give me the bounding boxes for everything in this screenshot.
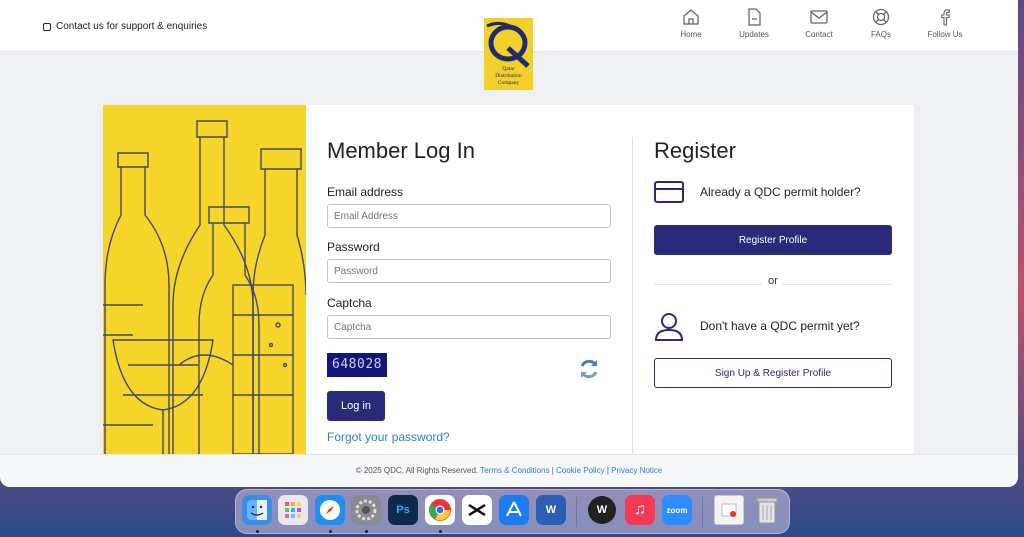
dock-finder[interactable] [242, 495, 272, 525]
nav-home[interactable]: Home [666, 7, 716, 39]
cookie-policy-link[interactable]: Cookie Policy [556, 466, 604, 475]
dock-launchpad[interactable] [278, 495, 308, 525]
dock-wordpress[interactable]: W [588, 496, 616, 524]
dock-app-store[interactable] [499, 495, 529, 525]
copyright-text: © 2025 QDC. All Rights Reserved. [355, 466, 479, 475]
privacy-notice-link[interactable]: Privacy Notice [611, 466, 662, 475]
register-section: Register Already a QDC permit holder? Re… [654, 105, 892, 388]
macos-dock: Ps W W ♫ zoom [235, 489, 790, 534]
site-footer: © 2025 QDC. All Rights Reserved. Terms &… [0, 454, 1018, 487]
register-profile-button[interactable]: Register Profile [654, 225, 892, 255]
email-label: Email address [327, 185, 404, 199]
dock-chrome[interactable] [425, 495, 455, 525]
captcha-input[interactable] [327, 315, 611, 339]
password-label: Password [327, 240, 380, 254]
contact-support-text: Contact us for support & enquiries [56, 21, 208, 32]
launchpad-icon [285, 502, 301, 518]
chat-icon [43, 22, 51, 31]
home-icon [683, 9, 699, 25]
footer-separator: | [606, 466, 609, 475]
login-card: Member Log In Email address Password Cap… [103, 105, 914, 454]
email-input[interactable] [327, 204, 611, 228]
app-store-icon [506, 501, 522, 517]
nav-follow-us[interactable]: Follow Us [920, 7, 970, 39]
dock-zoom[interactable]: zoom [662, 495, 692, 525]
browser-window: Contact us for support & enquiries Home … [0, 0, 1018, 487]
signup-register-button[interactable]: Sign Up & Register Profile [654, 358, 892, 388]
nav-faqs-label: FAQs [870, 30, 891, 39]
user-icon [654, 313, 684, 341]
nav-updates-label: Updates [739, 30, 769, 39]
facebook-icon [941, 9, 950, 26]
qdc-q-emblem [486, 21, 530, 68]
finder-icon [247, 500, 267, 520]
qdc-logo[interactable]: Qatar Distribution Company [484, 18, 533, 90]
login-title: Member Log In [327, 138, 475, 163]
login-section: Member Log In Email address Password Cap… [327, 105, 617, 444]
running-indicator [329, 530, 332, 533]
document-thumbnail-icon [721, 503, 737, 517]
footer-separator: | [551, 466, 554, 475]
dock-safari[interactable] [315, 495, 345, 525]
logo-line-2: Distribution [495, 73, 522, 79]
document-icon [748, 8, 761, 26]
nav-follow-us-label: Follow Us [927, 30, 963, 39]
lifebuoy-icon [872, 8, 890, 26]
terms-link[interactable]: Terms & Conditions [480, 466, 549, 475]
running-indicator [256, 530, 259, 533]
captcha-label: Captcha [327, 296, 372, 310]
dock-photoshop[interactable]: Ps [388, 495, 418, 525]
no-permit-text: Don't have a QDC permit yet? [700, 319, 860, 333]
nav-contact[interactable]: Contact [794, 7, 844, 39]
trash-icon [756, 497, 778, 524]
password-input[interactable] [327, 259, 611, 283]
running-indicator [439, 530, 442, 533]
bottles-illustration [103, 105, 306, 454]
chrome-icon [429, 499, 451, 521]
gear-icon [355, 499, 377, 521]
bottles-drawing [103, 120, 306, 454]
nav-home-label: Home [680, 30, 702, 39]
nav-contact-label: Contact [805, 30, 833, 39]
captcha-image: 648028 [327, 353, 387, 377]
dock-separator [576, 497, 577, 527]
compass-icon [320, 500, 340, 520]
credit-card-icon [654, 181, 684, 203]
dock-trash[interactable] [752, 495, 782, 525]
permit-holder-row: Already a QDC permit holder? [654, 181, 861, 203]
login-button[interactable]: Log in [327, 391, 385, 421]
running-indicator [365, 530, 368, 533]
dock-recent-document[interactable] [714, 495, 744, 525]
mail-icon [810, 10, 828, 24]
logo-line-1: Qatar [502, 66, 515, 72]
dock-capcut[interactable] [462, 495, 492, 525]
or-divider-right [782, 284, 892, 285]
dock-system-settings[interactable] [351, 495, 381, 525]
dock-word[interactable]: W [536, 495, 566, 525]
permit-holder-text: Already a QDC permit holder? [700, 185, 861, 199]
logo-line-3: Company [497, 80, 520, 86]
dock-music[interactable]: ♫ [625, 495, 655, 525]
dock-separator [702, 497, 703, 527]
capcut-icon [468, 503, 486, 517]
section-divider [632, 137, 633, 454]
no-permit-row: Don't have a QDC permit yet? [654, 311, 860, 341]
nav-faqs[interactable]: FAQs [856, 7, 906, 39]
nav-updates[interactable]: Updates [729, 7, 779, 39]
contact-support-link[interactable]: Contact us for support & enquiries [43, 21, 207, 32]
refresh-captcha-icon[interactable] [577, 357, 601, 381]
or-text: or [768, 275, 778, 287]
register-title: Register [654, 138, 736, 163]
forgot-password-link[interactable]: Forgot your password? [327, 430, 450, 444]
